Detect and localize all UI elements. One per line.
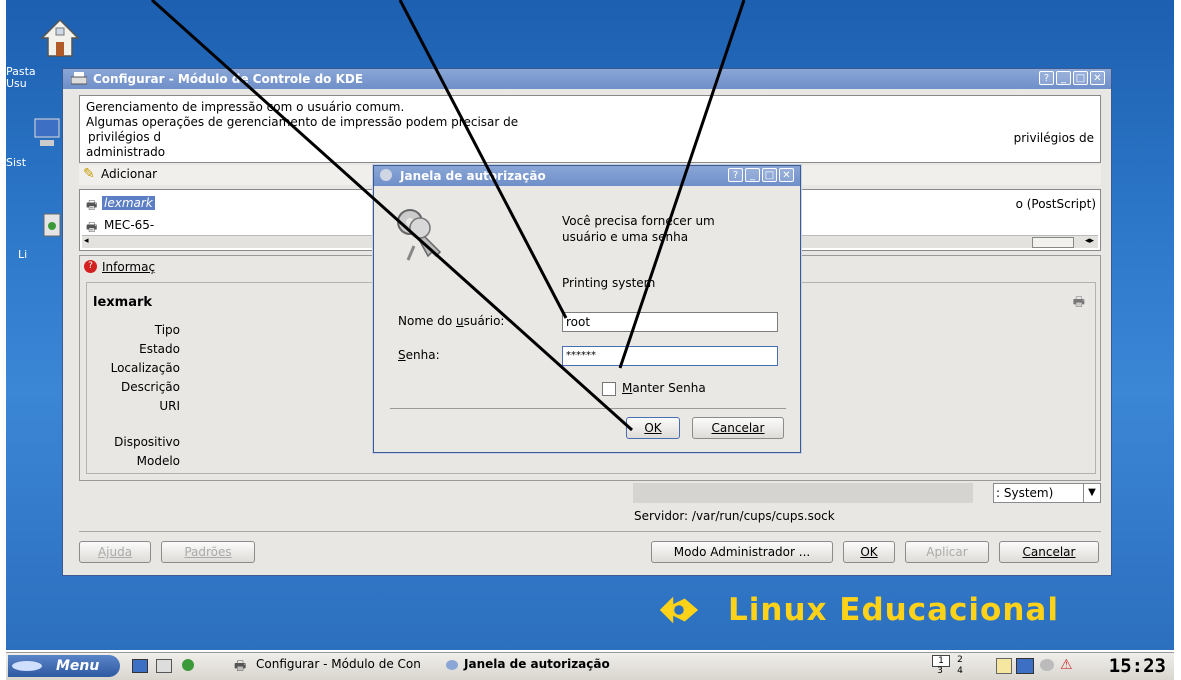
desktop-icon[interactable] bbox=[132, 659, 148, 673]
network-icon[interactable] bbox=[1040, 659, 1054, 671]
task-authorization[interactable]: Janela de autorização bbox=[464, 657, 610, 671]
taskbar: Menu 🖶 Configurar - Módulo de Con Janela… bbox=[6, 652, 1174, 680]
browser-icon[interactable] bbox=[182, 659, 194, 671]
menu-label: Menu bbox=[56, 658, 100, 674]
pager-desktop-4[interactable]: 4 bbox=[952, 666, 968, 676]
annotation-arrows bbox=[150, 0, 746, 432]
klipper-icon[interactable] bbox=[996, 658, 1012, 674]
lock-icon bbox=[446, 660, 458, 670]
kmenu-icon bbox=[12, 661, 42, 671]
pager-desktop-2[interactable]: 2 bbox=[952, 655, 968, 665]
terminal-icon[interactable] bbox=[156, 659, 172, 673]
updates-icon[interactable]: ⚠ bbox=[1060, 657, 1073, 673]
annotation-line-username bbox=[398, 0, 568, 319]
pager-desktop-3[interactable]: 3 bbox=[932, 666, 948, 676]
menu-button[interactable]: Menu bbox=[8, 655, 120, 677]
annotation-line-password bbox=[618, 0, 746, 369]
pager[interactable]: 1 2 3 4 bbox=[932, 655, 972, 677]
task-control-center[interactable]: Configurar - Módulo de Con bbox=[256, 657, 421, 671]
clock[interactable]: 15:23 bbox=[1109, 655, 1166, 677]
printer-icon: 🖶 bbox=[234, 659, 247, 674]
annotation-line-ok bbox=[150, 0, 634, 432]
monitor-icon[interactable] bbox=[1016, 658, 1034, 674]
